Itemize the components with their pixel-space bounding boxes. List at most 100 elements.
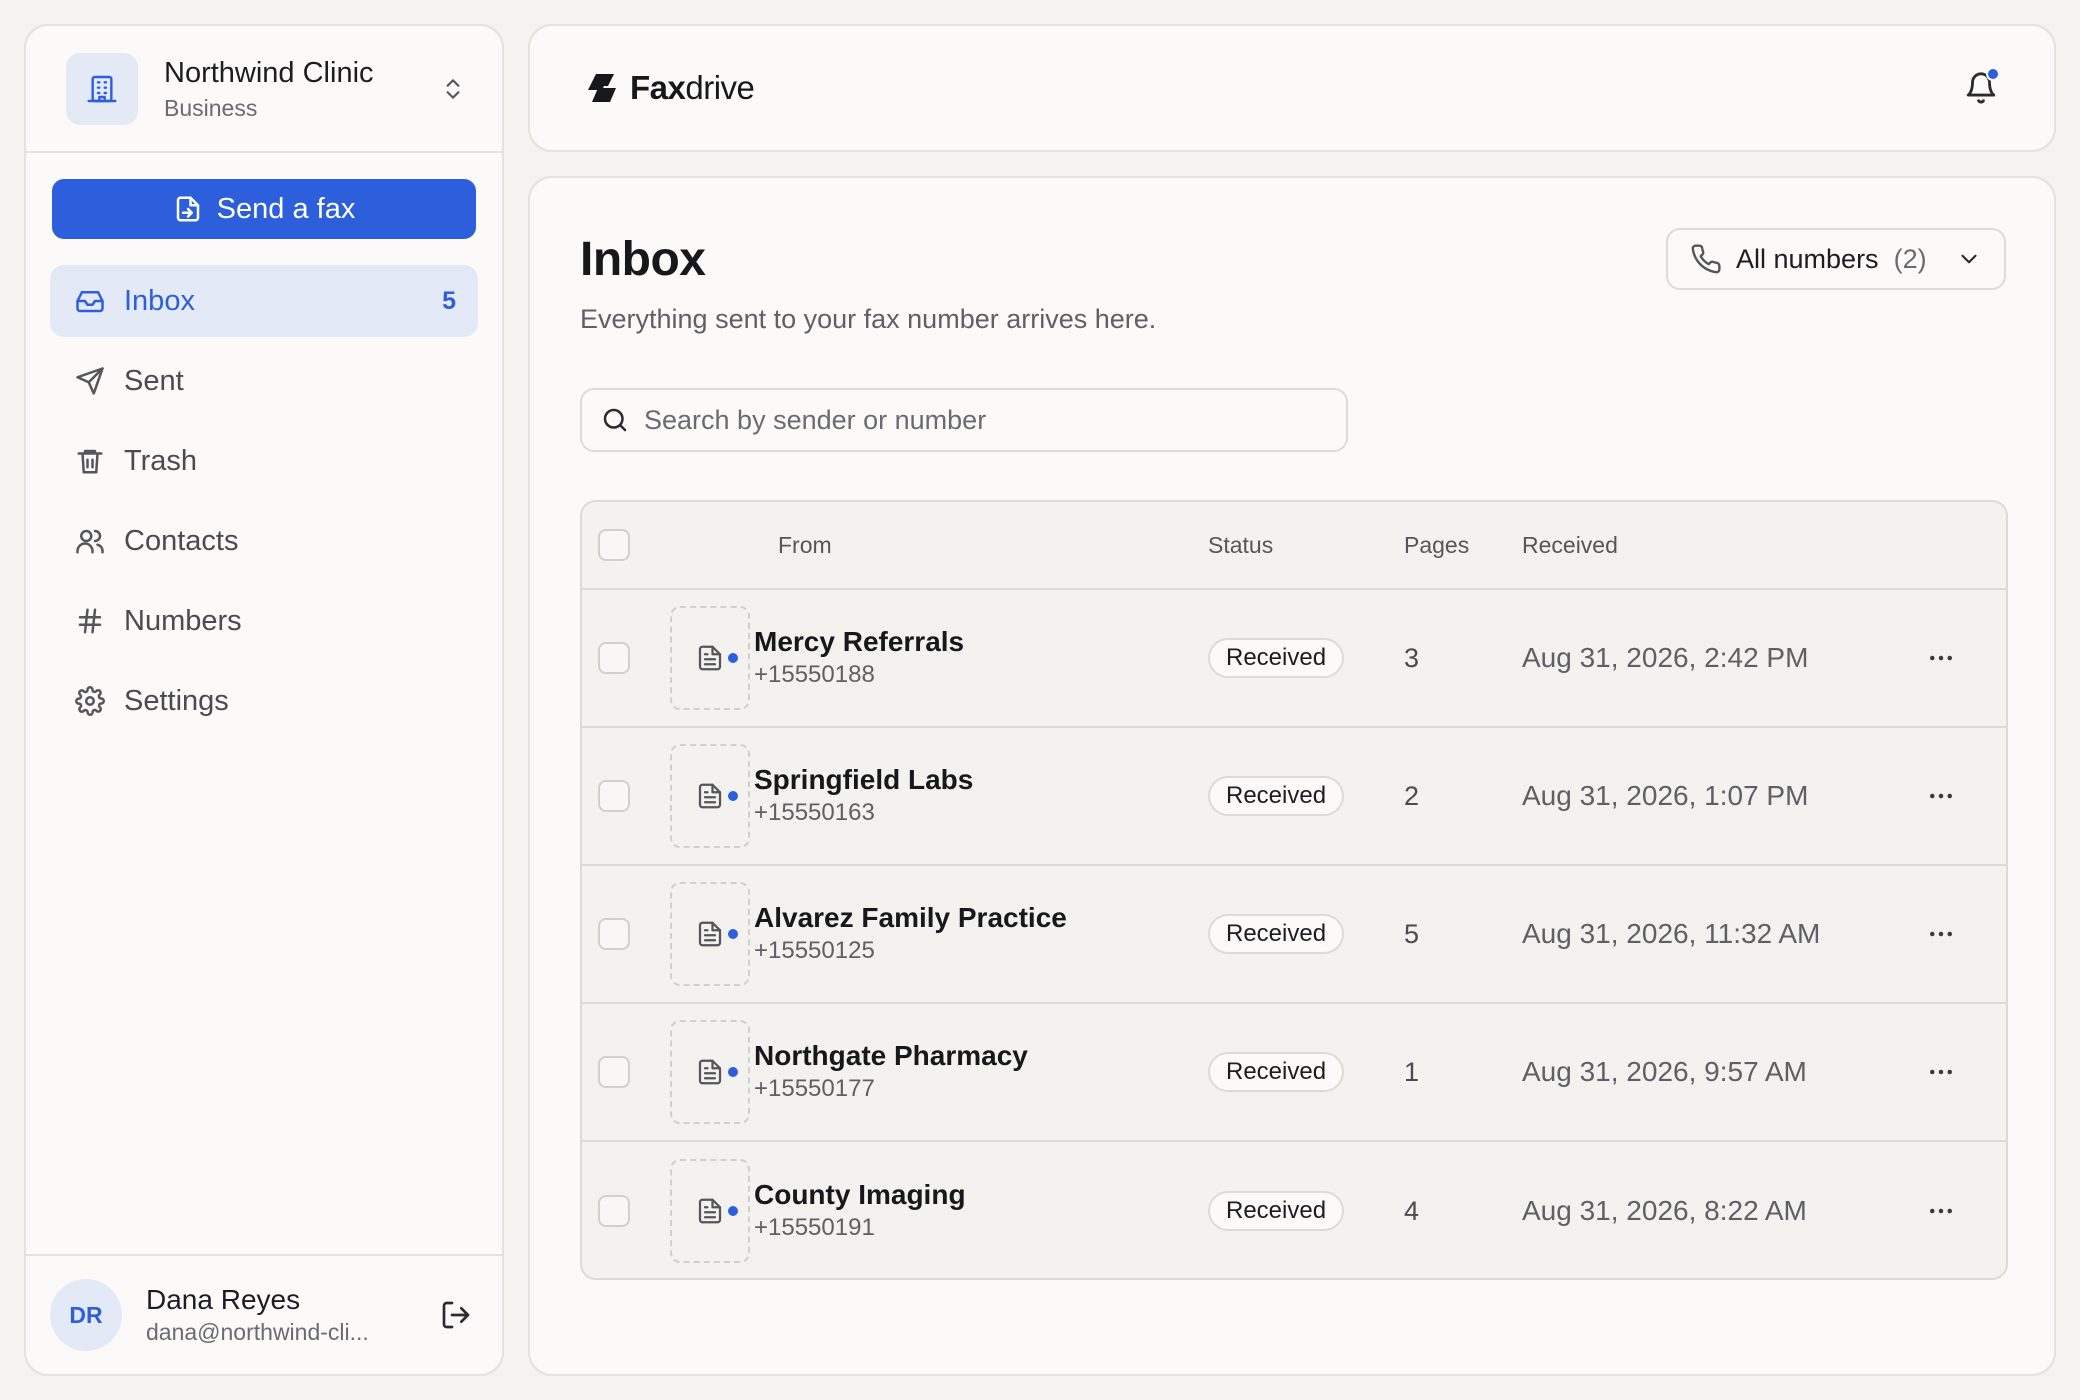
avatar[interactable]: DR (50, 1279, 122, 1351)
received-time: Aug 31, 2026, 2:42 PM (1522, 642, 1809, 673)
brand-name: Faxdrive (630, 69, 755, 107)
received-time: Aug 31, 2026, 1:07 PM (1522, 780, 1809, 811)
sidebar-item-label: Inbox (124, 284, 195, 317)
fax-thumbnail[interactable] (670, 1159, 750, 1263)
gear-icon (74, 685, 106, 717)
status-badge: Received (1208, 1052, 1345, 1092)
sidebar-item-sent[interactable]: Sent (50, 345, 478, 417)
user-email: dana@northwind-cli... (146, 1319, 369, 1345)
sidebar-item-inbox[interactable]: Inbox 5 (50, 265, 478, 337)
numbers-filter-text: All numbers (1736, 243, 1879, 274)
fax-thumbnail[interactable] (670, 744, 750, 848)
row-checkbox[interactable] (598, 642, 630, 674)
page-title: Inbox (580, 233, 706, 286)
page-subtitle: Everything sent to your fax number arriv… (580, 304, 1157, 334)
more-options-icon[interactable] (1926, 1057, 1956, 1087)
table-row[interactable]: Mercy Referrals +15550188 Received 3 Aug … (582, 590, 2006, 728)
org-plan: Business (164, 94, 258, 121)
contacts-icon (74, 525, 106, 557)
table-row[interactable]: Alvarez Family Practice +15550125 Receive… (582, 866, 2006, 1004)
user-profile: DR Dana Reyes dana@northwind-cli... (26, 1254, 502, 1374)
column-header-from[interactable]: From (778, 532, 1208, 559)
select-all-checkbox[interactable] (598, 529, 630, 561)
sidebar-item-label: Numbers (124, 604, 242, 637)
sidebar-item-label: Trash (124, 444, 198, 477)
document-icon (695, 781, 725, 811)
document-icon (695, 643, 725, 673)
table-row[interactable]: Springfield Labs +15550163 Received 2 Aug… (582, 728, 2006, 866)
more-options-icon[interactable] (1926, 919, 1956, 949)
phone-icon (1690, 243, 1722, 275)
column-header-status[interactable]: Status (1208, 532, 1404, 559)
sidebar-item-label: Settings (124, 684, 229, 717)
org-name: Northwind Clinic (164, 56, 374, 89)
document-icon (695, 1196, 725, 1226)
search-input[interactable] (644, 404, 1328, 436)
numbers-filter-select[interactable]: All numbers (2) (1666, 228, 2006, 290)
brand-name-rest: drive (685, 69, 755, 106)
page-count: 2 (1404, 780, 1420, 811)
main-nav: Inbox 5 Sent Trash Contacts Numbers Sett… (26, 265, 502, 737)
notifications-button[interactable] (1964, 67, 2000, 105)
org-switcher[interactable]: Northwind Clinic Business (26, 26, 502, 153)
sidebar: Northwind Clinic Business Send a fax Inb… (24, 24, 504, 1376)
fax-thumbnail[interactable] (670, 606, 750, 710)
table-row[interactable]: Northgate Pharmacy +15550177 Received 1 A… (582, 1004, 2006, 1142)
inbox-icon (74, 285, 106, 317)
row-checkbox[interactable] (598, 1195, 630, 1227)
chevrons-up-down-icon[interactable] (440, 74, 466, 104)
file-send-icon (173, 194, 203, 224)
brand-name-bold: Fax (630, 69, 686, 106)
faxdrive-logo-icon (586, 72, 620, 104)
table-row[interactable]: County Imaging +15550191 Received 4 Aug 3… (582, 1142, 2006, 1278)
user-name: Dana Reyes (146, 1284, 301, 1315)
status-badge: Received (1208, 1191, 1345, 1231)
chevron-down-icon (1956, 246, 1982, 272)
page-count: 1 (1404, 1056, 1420, 1087)
column-header-received[interactable]: Received (1522, 532, 1926, 559)
received-time: Aug 31, 2026, 8:22 AM (1522, 1195, 1807, 1226)
fax-thumbnail[interactable] (670, 882, 750, 986)
page-count: 3 (1404, 642, 1420, 673)
document-icon (695, 919, 725, 949)
status-badge: Received (1208, 776, 1345, 816)
column-header-pages[interactable]: Pages (1404, 532, 1522, 559)
sidebar-item-label: Sent (124, 364, 184, 397)
page-count: 5 (1404, 918, 1420, 949)
row-checkbox[interactable] (598, 1056, 630, 1088)
more-options-icon[interactable] (1926, 643, 1956, 673)
status-badge: Received (1208, 914, 1345, 954)
more-options-icon[interactable] (1926, 1196, 1956, 1226)
document-icon (695, 1057, 725, 1087)
inbox-count-badge: 5 (442, 286, 456, 315)
hash-icon (74, 605, 106, 637)
building-icon (66, 52, 138, 125)
send-fax-button[interactable]: Send a fax (52, 179, 476, 239)
brand[interactable]: Faxdrive (586, 69, 1964, 107)
sidebar-item-settings[interactable]: Settings (50, 665, 478, 737)
numbers-filter-count: (2) (1893, 243, 1927, 274)
received-time: Aug 31, 2026, 9:57 AM (1522, 1056, 1807, 1087)
sidebar-item-trash[interactable]: Trash (50, 425, 478, 497)
sidebar-item-contacts[interactable]: Contacts (50, 505, 478, 577)
logout-icon[interactable] (440, 1299, 472, 1331)
row-checkbox[interactable] (598, 780, 630, 812)
more-options-icon[interactable] (1926, 781, 1956, 811)
trash-icon (74, 445, 106, 477)
row-checkbox[interactable] (598, 918, 630, 950)
received-time: Aug 31, 2026, 11:32 AM (1522, 918, 1821, 949)
fax-table: From Status Pages Received Mercy Referra… (580, 500, 2008, 1280)
send-fax-label: Send a fax (216, 192, 356, 225)
top-bar: Faxdrive (528, 24, 2056, 152)
search-box[interactable] (580, 388, 1348, 452)
status-badge: Received (1208, 638, 1345, 678)
numbers-filter-label: All numbers (2) (1736, 244, 1942, 275)
notification-dot (1986, 67, 2000, 81)
page-count: 4 (1404, 1195, 1420, 1226)
table-header: From Status Pages Received (582, 502, 2006, 590)
search-icon (600, 405, 630, 435)
fax-thumbnail[interactable] (670, 1020, 750, 1124)
inbox-panel: Inbox Everything sent to your fax number… (528, 176, 2056, 1376)
sidebar-item-numbers[interactable]: Numbers (50, 585, 478, 657)
send-icon (74, 365, 106, 397)
